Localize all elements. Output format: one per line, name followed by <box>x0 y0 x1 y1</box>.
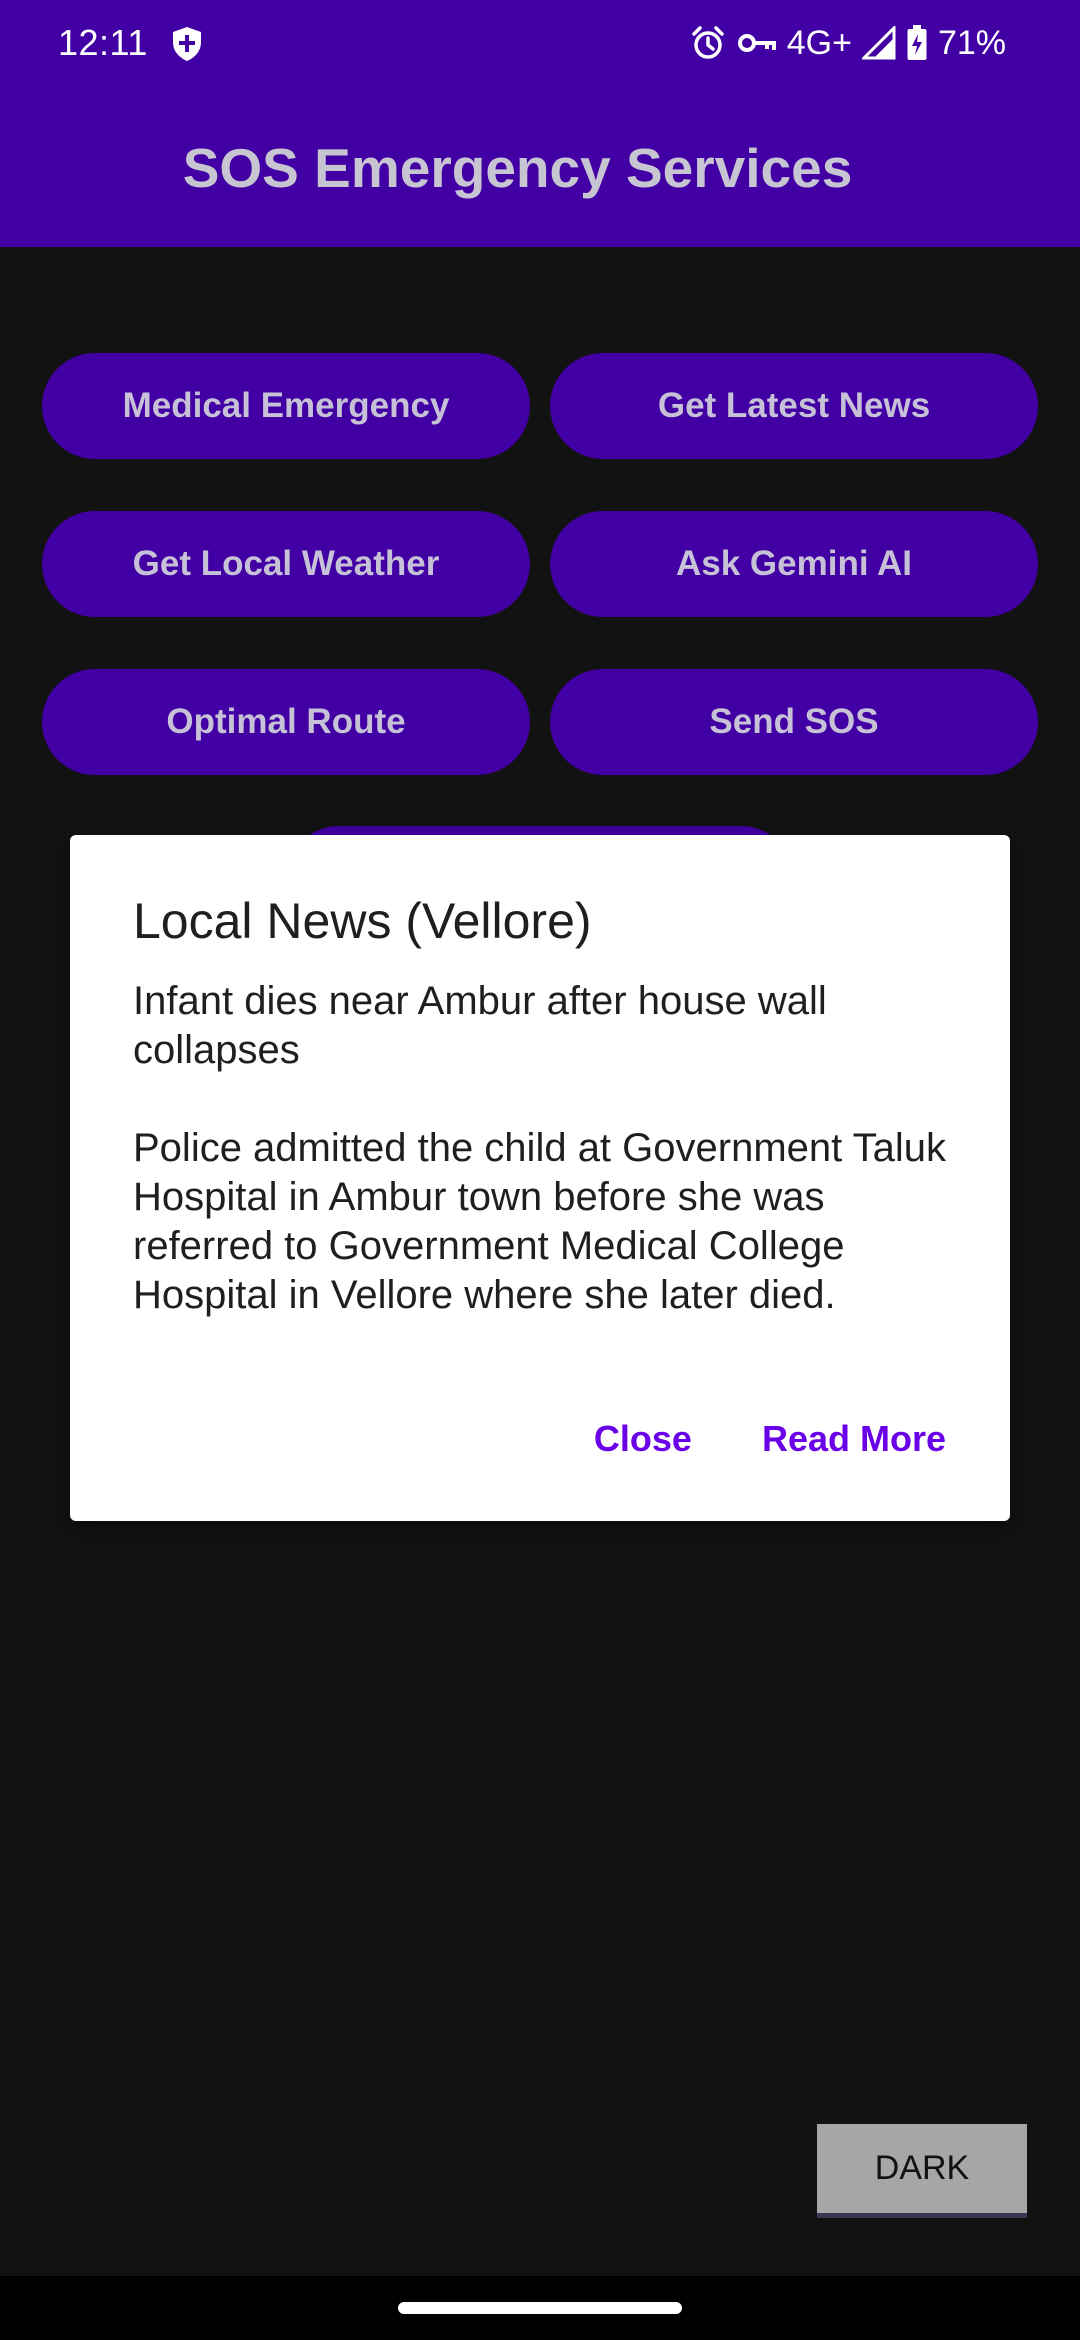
read-more-button[interactable]: Read More <box>762 1413 946 1465</box>
gesture-navigation-bar <box>0 2276 1080 2340</box>
dialog-actions: Close Read More <box>594 1413 946 1465</box>
close-button[interactable]: Close <box>594 1413 692 1465</box>
dialog-title: Local News (Vellore) <box>133 893 592 949</box>
local-news-dialog: Local News (Vellore) Infant dies near Am… <box>70 835 1010 1521</box>
dark-mode-toggle-button[interactable]: DARK <box>817 2124 1027 2218</box>
home-handle[interactable] <box>398 2302 682 2314</box>
dialog-body: Infant dies near Ambur after house wall … <box>133 979 947 1317</box>
